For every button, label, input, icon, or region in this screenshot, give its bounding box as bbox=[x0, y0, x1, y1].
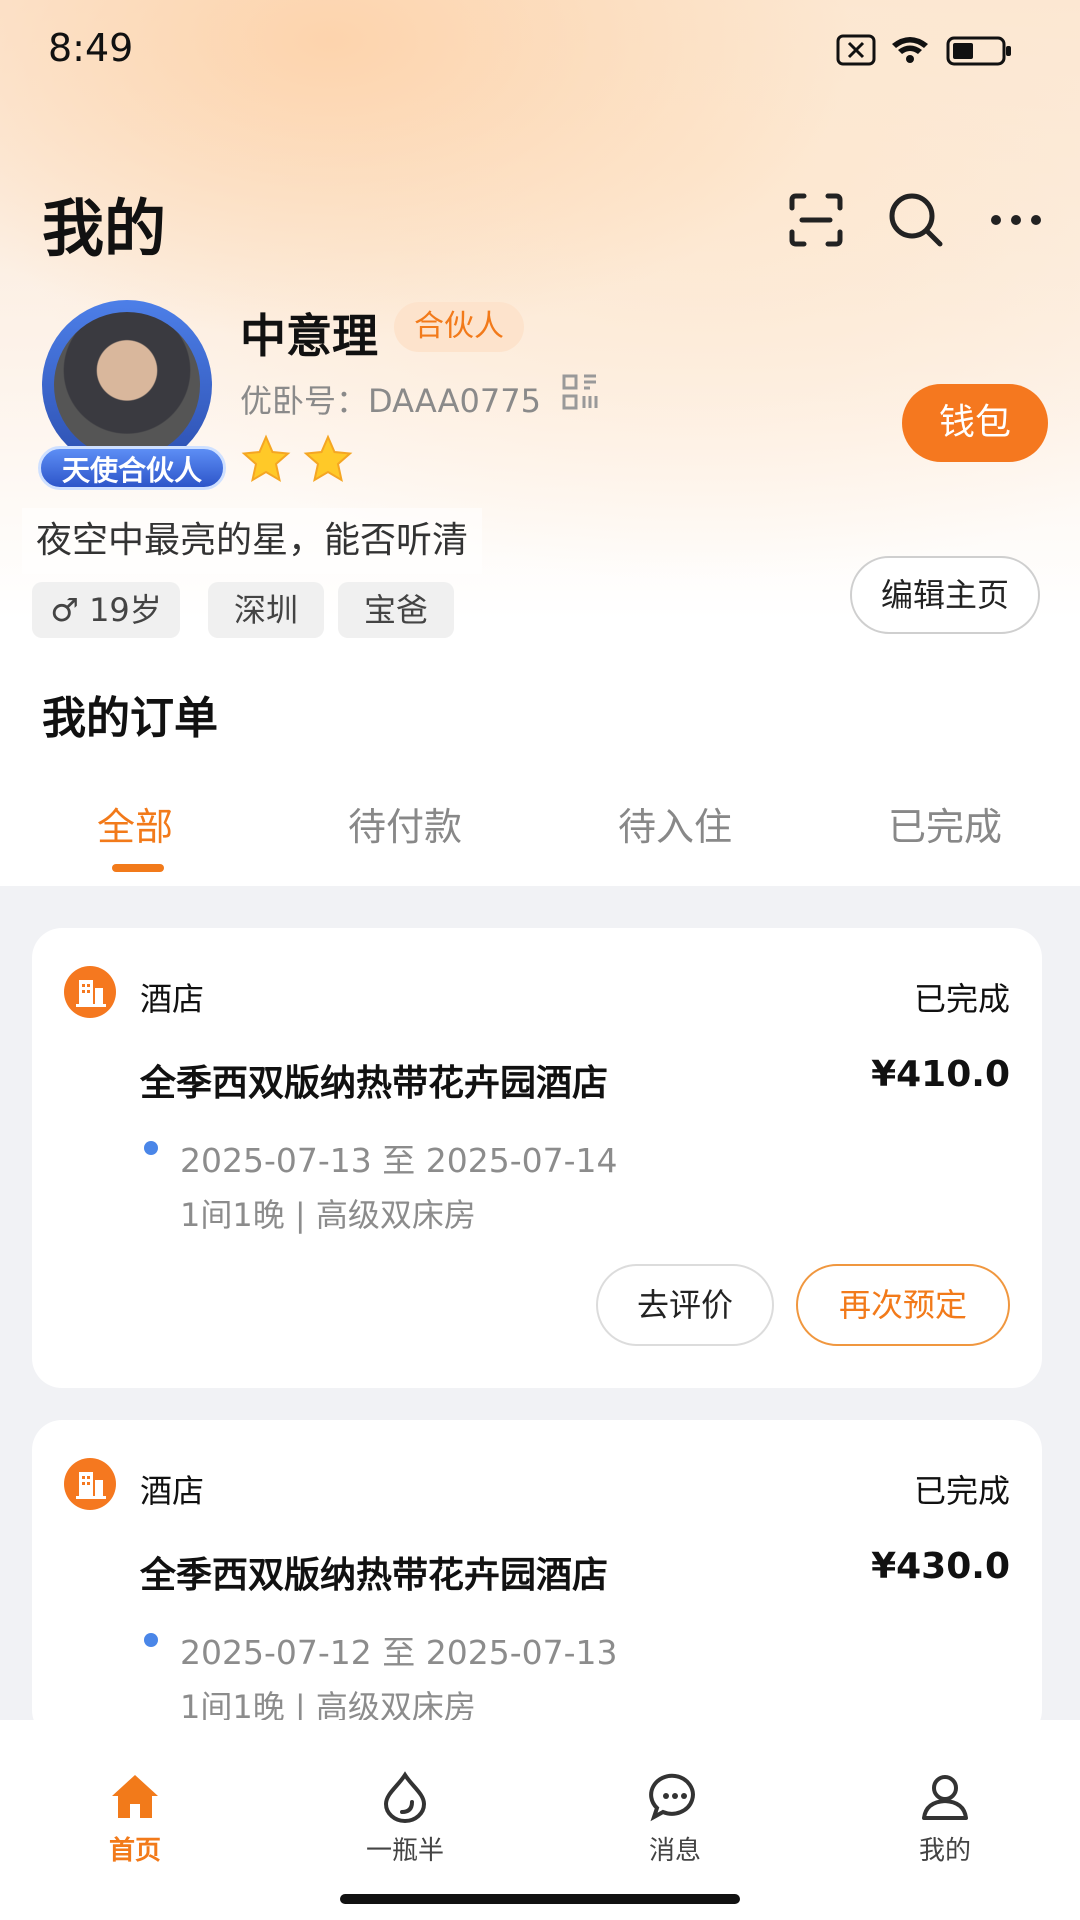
user-id: 优卧号：DAAA0775 bbox=[240, 382, 541, 420]
nav-messages[interactable]: 消息 bbox=[595, 1770, 755, 1867]
identity-tag: 宝爸 bbox=[338, 582, 454, 638]
order-category: 酒店 bbox=[140, 1472, 205, 1510]
date-dot bbox=[144, 1141, 158, 1155]
stay-dates: 2025-07-12 至 2025-07-13 bbox=[180, 1633, 618, 1672]
home-icon bbox=[112, 1775, 158, 1818]
hotel-name: 全季西双版纳热带花卉园酒店 bbox=[140, 1063, 609, 1104]
tab-indicator bbox=[112, 864, 164, 872]
message-icon bbox=[649, 1773, 695, 1822]
star-icon bbox=[241, 434, 291, 483]
wallet-button[interactable]: 钱包 bbox=[902, 384, 1048, 462]
orders-title: 我的订单 bbox=[42, 693, 218, 744]
battery-icon bbox=[946, 36, 1011, 66]
city-tag: 深圳 bbox=[208, 582, 324, 638]
order-status: 已完成 bbox=[913, 1472, 1010, 1510]
rebook-button[interactable]: 再次预定 bbox=[796, 1264, 1010, 1346]
order-price: ¥430.0 bbox=[871, 1546, 1010, 1587]
user-name: 中意理 bbox=[240, 309, 378, 363]
order-status: 已完成 bbox=[913, 980, 1010, 1018]
order-price: ¥410.0 bbox=[871, 1054, 1010, 1095]
nav-home[interactable]: 首页 bbox=[55, 1770, 215, 1867]
nav-yipingban[interactable]: 一瓶半 bbox=[325, 1770, 485, 1867]
more-icon[interactable] bbox=[984, 188, 1048, 252]
role-tag: 合伙人 bbox=[394, 302, 524, 352]
avatar-badge: 天使合伙人 bbox=[38, 446, 226, 490]
tab-completed[interactable]: 已完成 bbox=[810, 796, 1080, 851]
room-info: 1间1晚 | 高级双床房 bbox=[180, 1196, 476, 1234]
hotel-name: 全季西双版纳热带花卉园酒店 bbox=[140, 1555, 609, 1596]
hotel-icon bbox=[64, 1458, 116, 1510]
nav-label: 消息 bbox=[648, 1836, 701, 1866]
search-icon[interactable] bbox=[884, 188, 948, 252]
home-indicator[interactable] bbox=[340, 1894, 740, 1904]
qr-code-icon[interactable] bbox=[562, 374, 598, 410]
status-icons bbox=[836, 34, 1011, 66]
scan-icon[interactable] bbox=[784, 188, 848, 252]
nav-label: 首页 bbox=[108, 1836, 161, 1866]
sim-off-icon bbox=[836, 34, 876, 66]
wifi-icon bbox=[892, 37, 928, 63]
tab-pending-payment[interactable]: 待付款 bbox=[270, 796, 540, 851]
profile-icon bbox=[922, 1775, 968, 1820]
tab-all[interactable]: 全部 bbox=[0, 796, 270, 851]
nav-label: 一瓶半 bbox=[365, 1836, 444, 1866]
user-bio: 夜空中最亮的星，能否听清 bbox=[22, 508, 483, 574]
gender-age-tag: ♂ 19岁 bbox=[32, 582, 180, 638]
date-dot bbox=[144, 1633, 158, 1647]
tab-pending-checkin[interactable]: 待入住 bbox=[540, 796, 810, 851]
nav-profile[interactable]: 我的 bbox=[865, 1770, 1025, 1867]
edit-profile-button[interactable]: 编辑主页 bbox=[850, 556, 1040, 634]
nav-label: 我的 bbox=[918, 1836, 971, 1866]
stay-dates: 2025-07-13 至 2025-07-14 bbox=[180, 1141, 618, 1180]
avatar-photo bbox=[54, 312, 200, 458]
avatar[interactable]: 天使合伙人 bbox=[28, 290, 228, 490]
order-category: 酒店 bbox=[140, 980, 205, 1018]
page-title: 我的 bbox=[42, 192, 167, 265]
star-icon bbox=[303, 434, 353, 483]
drop-icon bbox=[383, 1771, 427, 1823]
review-button[interactable]: 去评价 bbox=[596, 1264, 774, 1346]
hotel-icon bbox=[64, 966, 116, 1018]
status-time: 8:49 bbox=[48, 26, 134, 70]
